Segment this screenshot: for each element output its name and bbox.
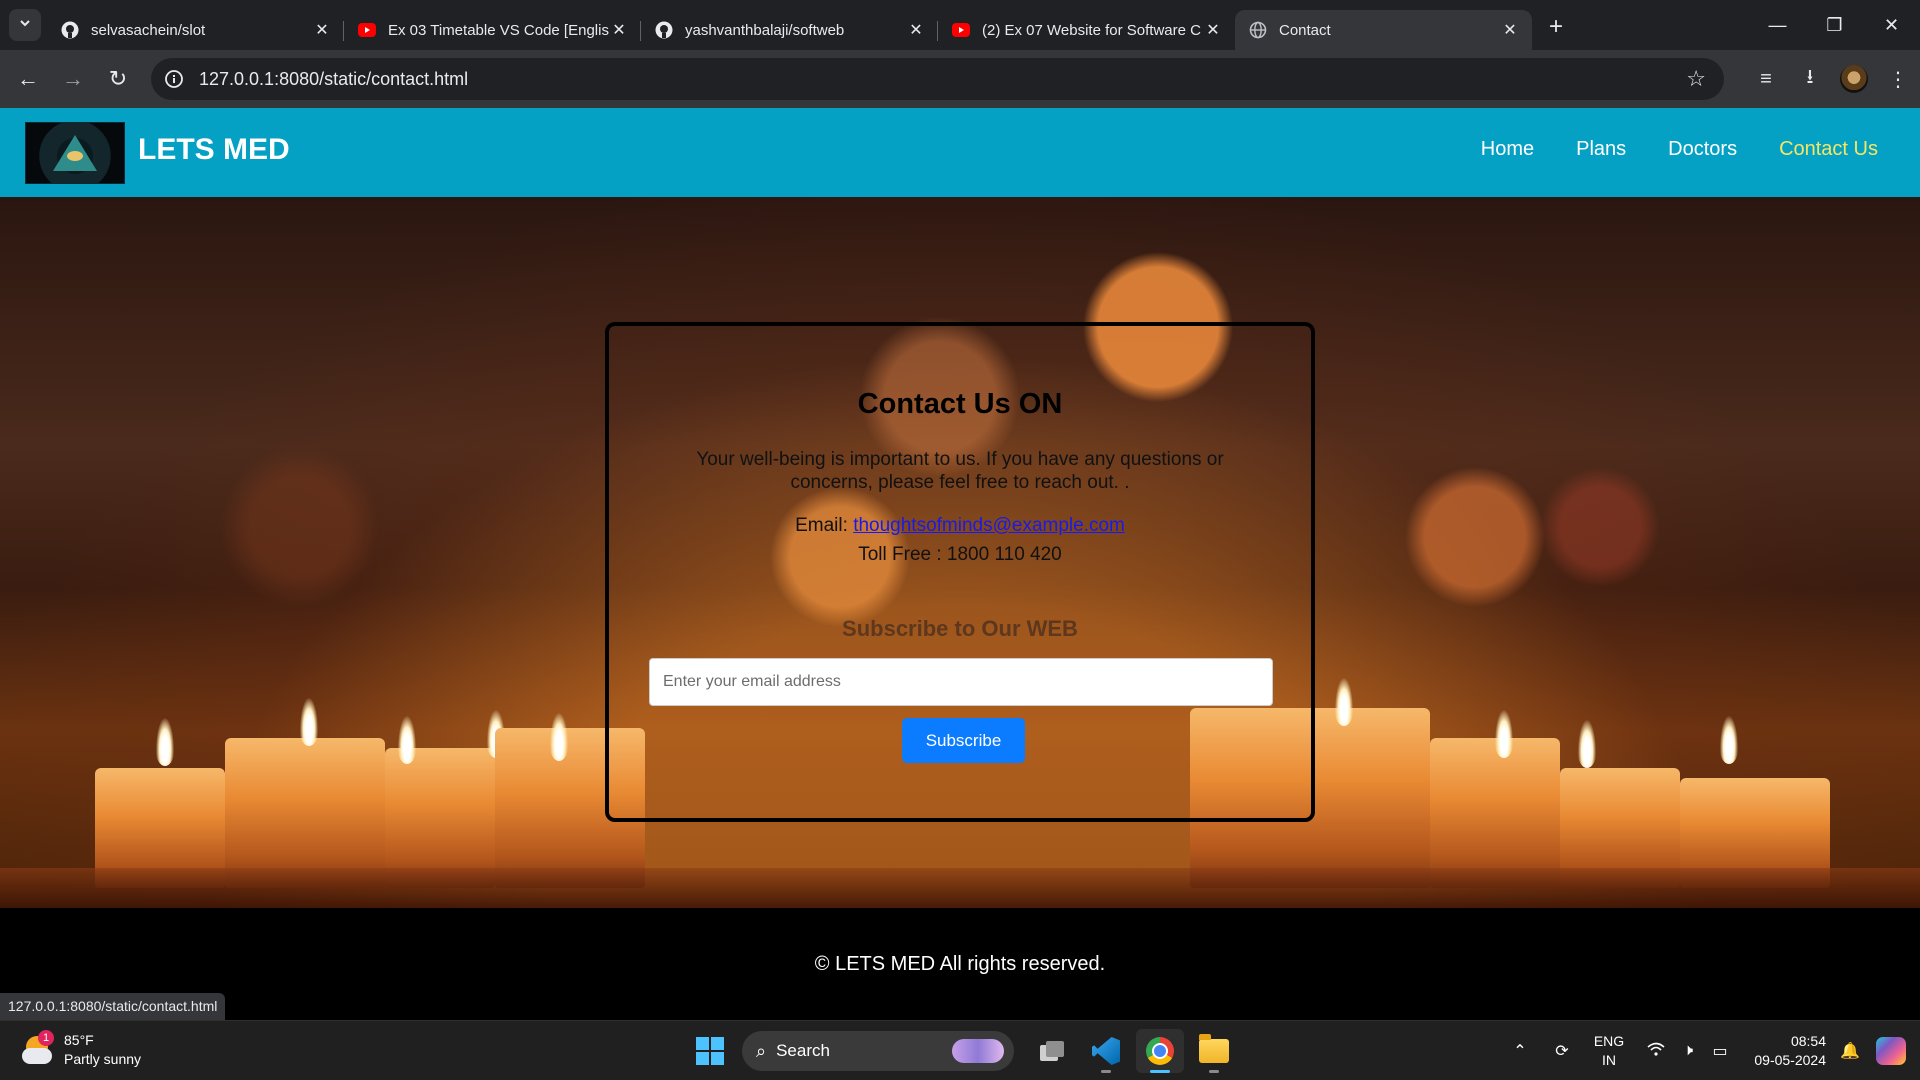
search-highlight-image (952, 1039, 1004, 1063)
browser-tab[interactable]: yashvanthbalaji/softweb ✕ (641, 10, 938, 50)
notification-bell-icon[interactable]: 🔔 (1834, 1041, 1866, 1061)
subscribe-email-input[interactable] (649, 658, 1273, 706)
browser-tab-active[interactable]: Contact ✕ (1235, 10, 1532, 50)
bookmark-star-icon[interactable]: ☆ (1686, 66, 1706, 92)
reload-button[interactable]: ↻ (98, 59, 138, 99)
subscribe-heading: Subscribe to Our WEB (842, 616, 1078, 641)
subscribe-button[interactable]: Subscribe (902, 718, 1025, 763)
tab-title: Ex 03 Timetable VS Code [English (388, 21, 609, 39)
search-icon: ⌕ (756, 1040, 767, 1061)
clock[interactable]: 08:54 09-05-2024 (1736, 1032, 1826, 1070)
nav-contact-us[interactable]: Contact Us (1779, 138, 1878, 161)
site-nav: Home Plans Doctors Contact Us (1481, 138, 1878, 161)
chrome-taskbar-button[interactable] (1136, 1029, 1184, 1073)
volume-muted-icon[interactable]: 🕨 (1672, 1042, 1704, 1060)
weather-description: Partly sunny (64, 1051, 142, 1067)
close-icon[interactable]: ✕ (1500, 20, 1520, 40)
chevron-up-icon[interactable]: ⌃ (1504, 1041, 1536, 1061)
clock-time: 08:54 (1790, 1033, 1826, 1049)
file-explorer-taskbar-button[interactable] (1190, 1029, 1238, 1073)
close-icon[interactable]: ✕ (906, 20, 926, 40)
restore-button[interactable]: ❐ (1806, 0, 1863, 50)
email-label: Email: (795, 515, 854, 536)
task-view-icon (1040, 1041, 1064, 1061)
github-icon (61, 21, 79, 39)
address-bar[interactable]: 127.0.0.1:8080/static/contact.html ☆ (151, 58, 1724, 100)
close-icon[interactable]: ✕ (1203, 20, 1223, 40)
task-view-button[interactable] (1028, 1029, 1076, 1073)
site-info-icon[interactable] (159, 64, 189, 94)
browser-tab-strip: selvasachein/slot ✕ Ex 03 Timetable VS C… (0, 0, 1920, 50)
new-tab-button[interactable]: + (1538, 9, 1574, 45)
download-icon[interactable]: ⭳ (1788, 59, 1832, 99)
copilot-icon[interactable] (1876, 1037, 1906, 1065)
web-page: LETS MED Home Plans Doctors Contact Us C… (0, 108, 1920, 1020)
windows-start-button[interactable] (688, 1029, 732, 1073)
profile-avatar[interactable] (1840, 65, 1868, 93)
hero-candles-background: Contact Us ON Your well-being is importa… (0, 197, 1920, 908)
vscode-icon (1092, 1037, 1120, 1065)
more-menu-icon[interactable]: ⋮ (1876, 59, 1920, 99)
browser-tab[interactable]: (2) Ex 07 Website for Software C ✕ (938, 10, 1235, 50)
browser-toolbar: ← → ↻ 127.0.0.1:8080/static/contact.html… (0, 50, 1920, 108)
nav-doctors[interactable]: Doctors (1668, 138, 1737, 161)
clock-date: 09-05-2024 (1754, 1052, 1826, 1068)
minimize-button[interactable]: — (1749, 0, 1806, 50)
site-footer: © LETS MED All rights reserved. (0, 908, 1920, 1020)
youtube-icon (952, 21, 970, 39)
contact-message: Your well-being is important to us. If y… (696, 449, 1224, 493)
browser-tab[interactable]: selvasachein/slot ✕ (47, 10, 344, 50)
eye-pyramid-icon (53, 135, 97, 171)
language-code: ENG (1593, 1033, 1625, 1049)
browser-tab[interactable]: Ex 03 Timetable VS Code [English ✕ (344, 10, 641, 50)
system-tray: ⌃ ⟳ ENG IN 🕨 ▭ 08:54 09-05-2024 🔔 (1504, 1021, 1920, 1080)
chrome-icon (1146, 1037, 1174, 1065)
notification-badge: 1 (38, 1030, 54, 1046)
site-logo[interactable] (25, 122, 125, 184)
weather-temperature: 85°F (64, 1032, 94, 1048)
window-close-button[interactable]: ✕ (1863, 0, 1920, 50)
tab-title: Contact (1279, 21, 1331, 39)
github-icon (655, 21, 673, 39)
partly-sunny-icon: 1 (22, 1030, 54, 1066)
close-icon[interactable]: ✕ (312, 20, 332, 40)
site-header: LETS MED Home Plans Doctors Contact Us (0, 108, 1920, 197)
nav-home[interactable]: Home (1481, 138, 1534, 161)
site-brand[interactable]: LETS MED (138, 133, 290, 167)
region-code: IN (1602, 1052, 1616, 1068)
toll-free-number: Toll Free : 1800 110 420 (858, 544, 1062, 565)
media-controls-icon[interactable]: ≡ (1744, 59, 1788, 99)
forward-button[interactable]: → (53, 59, 93, 99)
taskbar-search[interactable]: ⌕ Search (742, 1031, 1014, 1071)
folder-icon (1199, 1034, 1229, 1063)
windows-taskbar: 1 85°F Partly sunny ⌕ Search ⌃ ⟳ ENG IN … (0, 1020, 1920, 1080)
sync-icon[interactable]: ⟳ (1546, 1041, 1578, 1061)
email-link[interactable]: thoughtsofminds@example.com (853, 515, 1125, 536)
back-button[interactable]: ← (8, 59, 48, 99)
tab-search-button[interactable] (9, 9, 41, 41)
vscode-taskbar-button[interactable] (1082, 1029, 1130, 1073)
weather-widget[interactable]: 1 85°F Partly sunny (22, 1030, 142, 1069)
battery-icon[interactable]: ▭ (1704, 1041, 1736, 1061)
contact-card: Contact Us ON Your well-being is importa… (605, 322, 1315, 822)
nav-plans[interactable]: Plans (1576, 138, 1626, 161)
tab-title: selvasachein/slot (91, 21, 206, 39)
wifi-icon[interactable] (1640, 1042, 1672, 1061)
contact-title: Contact Us ON (857, 388, 1063, 420)
status-bar-url: 127.0.0.1:8080/static/contact.html (0, 993, 226, 1020)
close-icon[interactable]: ✕ (609, 20, 629, 40)
contact-email-line: Email: thoughtsofminds@example.com (609, 515, 1311, 537)
tab-title: (2) Ex 07 Website for Software C (982, 21, 1201, 39)
chevron-down-icon (18, 16, 32, 35)
address-url[interactable]: 127.0.0.1:8080/static/contact.html (199, 69, 468, 90)
footer-copyright: © LETS MED All rights reserved. (814, 953, 1106, 975)
search-label: Search (776, 1041, 830, 1060)
youtube-icon (358, 21, 376, 39)
language-indicator[interactable]: ENG IN (1584, 1032, 1634, 1070)
globe-icon (1249, 21, 1267, 39)
tab-title: yashvanthbalaji/softweb (685, 21, 845, 39)
